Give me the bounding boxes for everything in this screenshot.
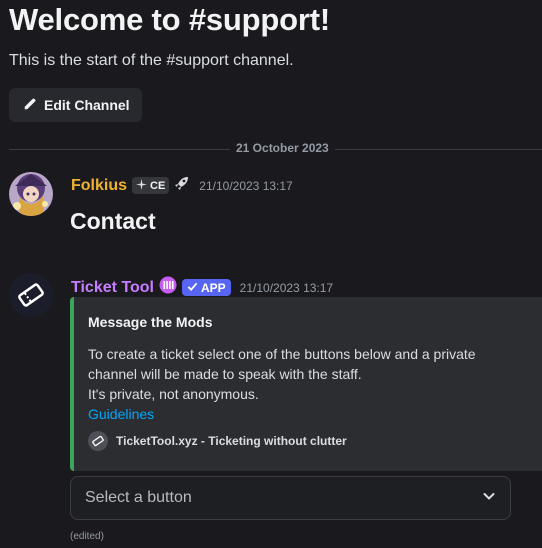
edit-channel-button[interactable]: Edit Channel (9, 88, 142, 122)
chevron-down-icon (482, 489, 496, 508)
embed-description: To create a ticket select one of the but… (88, 344, 528, 424)
ticket-icon (9, 283, 53, 317)
date-divider-label: 21 October 2023 (230, 141, 335, 155)
select-placeholder: Select a button (85, 489, 192, 506)
embed-footer: TicketTool.xyz - Ticketing without clutt… (88, 431, 347, 451)
server-badge-icon[interactable] (159, 276, 177, 299)
message-header-folkius: Folkius CE 21/10/2023 13:17 (71, 175, 293, 196)
ticket-icon (88, 431, 108, 451)
sparkle-icon (136, 178, 148, 193)
message-timestamp[interactable]: 21/10/2023 13:17 (199, 179, 292, 193)
check-icon (187, 281, 198, 295)
app-badge-label: APP (200, 280, 226, 295)
embed-description-line: It's private, not anonymous. (88, 386, 259, 402)
edited-label: (edited) (70, 531, 104, 542)
guidelines-link[interactable]: Guidelines (88, 404, 528, 424)
guild-tag[interactable]: CE (132, 177, 170, 194)
embed-description-line: To create a ticket select one of the but… (88, 346, 476, 362)
app-badge: APP (181, 279, 231, 296)
channel-welcome-subtitle: This is the start of the #support channe… (9, 52, 294, 69)
embed-title: Message the Mods (88, 314, 213, 330)
message-content: Contact (70, 208, 156, 234)
rocket-icon[interactable] (174, 175, 190, 196)
message-embed: Message the Mods To create a ticket sele… (70, 297, 542, 471)
embed-footer-text: TicketTool.xyz - Ticketing without clutt… (116, 434, 347, 448)
author-name[interactable]: Folkius (71, 177, 127, 195)
edit-channel-label: Edit Channel (44, 97, 130, 113)
avatar-ticket-tool[interactable] (9, 273, 53, 317)
embed-description-line: channel will be made to speak with the s… (88, 366, 362, 382)
pencil-icon (23, 97, 37, 114)
author-name[interactable]: Ticket Tool (71, 279, 154, 297)
message-timestamp[interactable]: 21/10/2023 13:17 (240, 281, 333, 295)
channel-welcome-title: Welcome to #support! (9, 2, 330, 37)
avatar-folkius[interactable] (9, 172, 53, 216)
message-header-ticket-tool: Ticket Tool APP 21/10/2023 13:17 (71, 276, 333, 299)
guild-tag-label: CE (150, 179, 166, 192)
button-select-dropdown[interactable]: Select a button (70, 476, 511, 520)
